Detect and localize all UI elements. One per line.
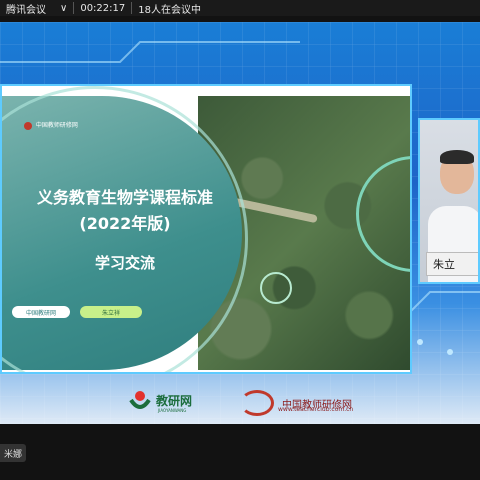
speaker-hair [440, 150, 474, 164]
slide-org-logo-text: 中国教师研修网 [35, 122, 78, 129]
participant-video[interactable]: 朱立 [418, 118, 480, 284]
meeting-label: 腾讯会议 [6, 4, 46, 16]
footer-logos: 教研网 JIAOYANWANG 中国教师研修网 www.teacherclub.… [0, 384, 480, 420]
speaker-name-chip: 米娜 [0, 444, 27, 462]
slide-pill-org: 中国教研网 [12, 306, 70, 318]
desk-nameplate: 朱立 [426, 252, 478, 276]
jiaoyanwang-logo-sub: JIAOYANWANG [158, 408, 187, 413]
slide-pill-speaker: 朱立祥 [80, 306, 142, 318]
shared-screen-stage: 中国教师研修网 义务教育生物学课程标准 (2022年版) 学习交流 中国教研网 … [0, 22, 480, 424]
slide-title-line1: 义务教育生物学课程标准 [36, 188, 213, 207]
slide-subtitle: 学习交流 [94, 254, 155, 272]
meeting-title-dropdown[interactable]: 腾讯会议 ∨ [0, 0, 73, 16]
jiaoyanwang-logo-icon [129, 391, 151, 409]
decorative-ring-small [260, 272, 292, 304]
slide-title-line2: (2022年版) [79, 214, 171, 233]
teacherclub-logo: 中国教师研修网 www.teacherclub.com.cn [240, 390, 354, 416]
slide-org-logo: 中国教师研修网 [24, 120, 78, 130]
jiaoyanwang-logo: 教研网 JIAOYANWANG [128, 388, 193, 413]
meeting-bottombar [0, 424, 480, 480]
org-logo-icon [24, 121, 32, 130]
elapsed-time: 00:22:17 [80, 2, 126, 14]
participant-count[interactable]: 18人在会议中 [132, 0, 207, 16]
chevron-down-icon[interactable]: ∨ [60, 3, 67, 14]
presentation-slide[interactable]: 中国教师研修网 义务教育生物学课程标准 (2022年版) 学习交流 中国教研网 … [0, 84, 412, 374]
teacherclub-logo-url: www.teacherclub.com.cn [278, 406, 354, 413]
meeting-topbar: 腾讯会议 ∨ 00:22:17 18人在会议中 [0, 0, 480, 16]
jiaoyanwang-logo-text: 教研网 [156, 393, 193, 408]
teacherclub-logo-icon [240, 390, 274, 416]
